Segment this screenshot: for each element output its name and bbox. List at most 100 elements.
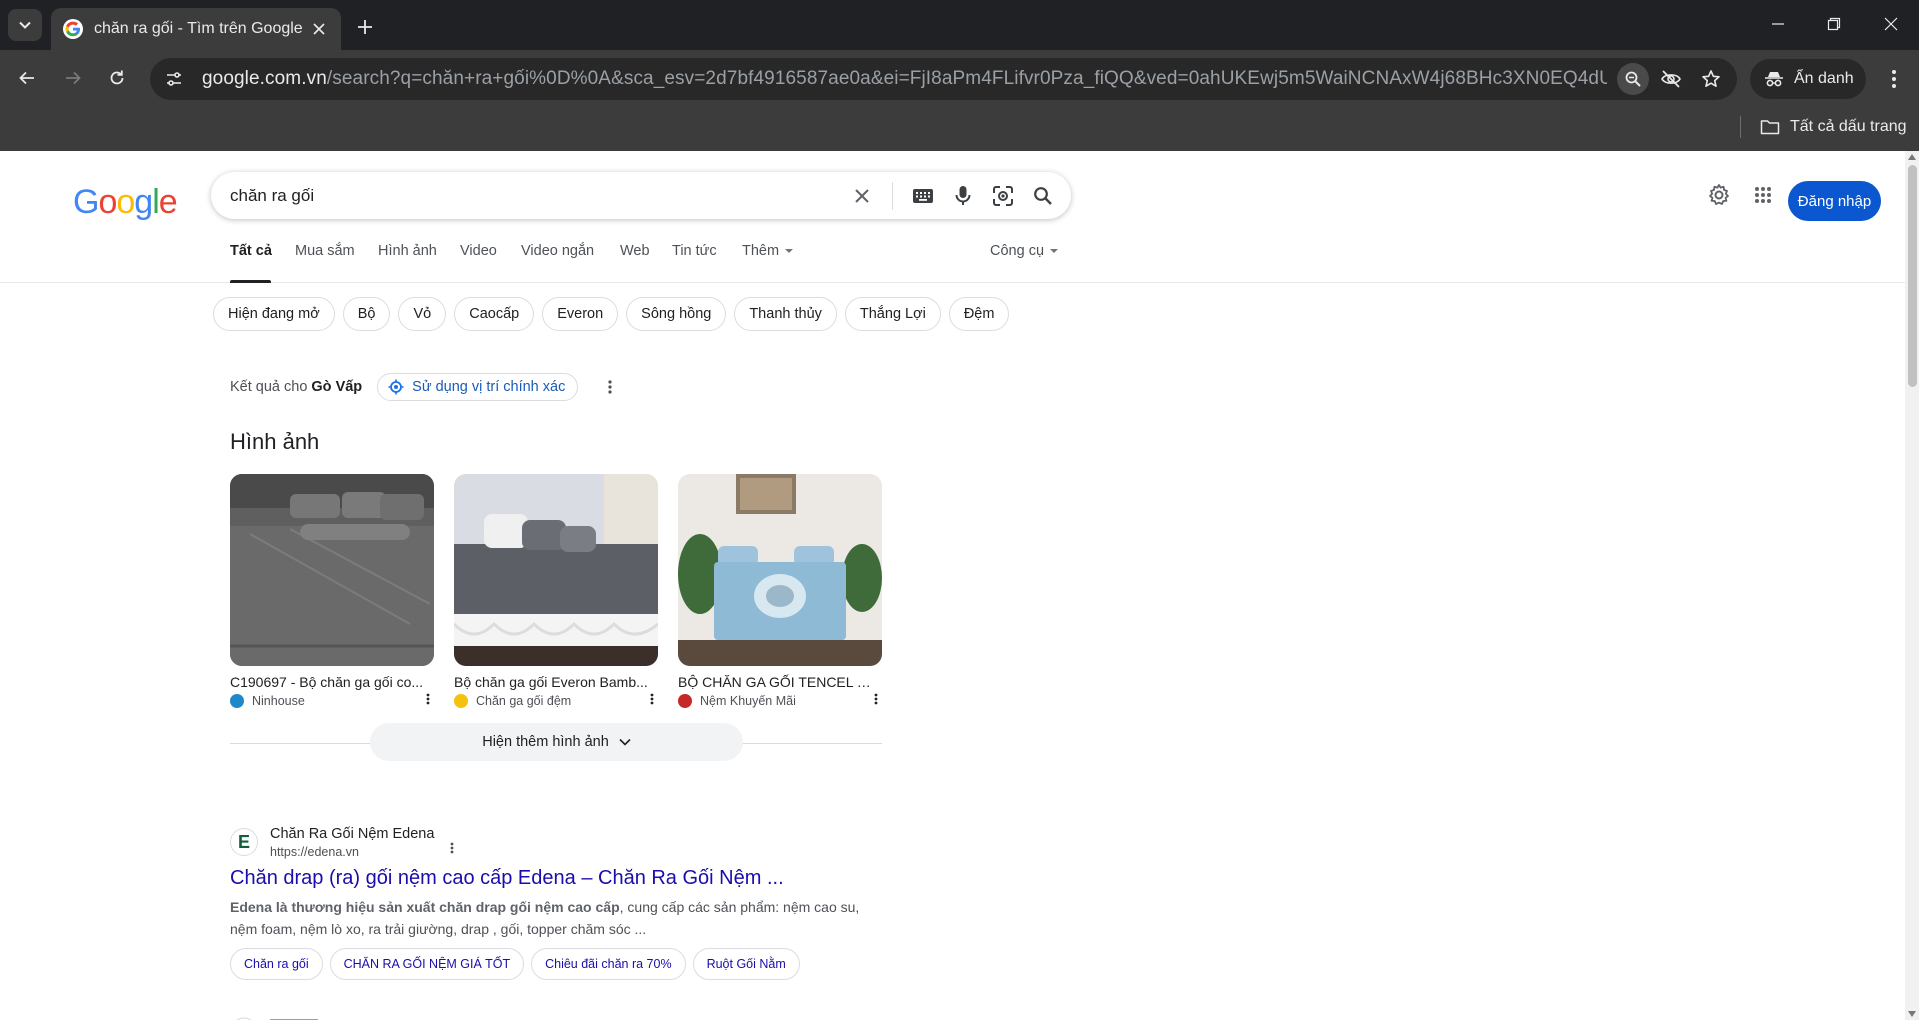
new-tab-button[interactable]	[351, 13, 379, 41]
active-tab-indicator	[230, 280, 271, 283]
chip-open-now[interactable]: Hiện đang mở	[213, 297, 335, 331]
tools-button[interactable]: Công cụ	[990, 243, 1059, 259]
image-thumbnail[interactable]	[454, 474, 658, 666]
reload-icon	[110, 70, 124, 85]
virtual-keyboard-button[interactable]	[903, 176, 943, 216]
browser-tab-active[interactable]: chăn ra gối - Tìm trên Google	[51, 8, 341, 50]
image-caption[interactable]: BỘ CHĂN GA GỐI TENCEL TH...	[678, 674, 878, 690]
sitelink[interactable]: CHĂN RA GỐI NỆM GIÁ TỐT	[329, 948, 525, 980]
image-source[interactable]: Chăn ga gối đệm	[454, 693, 658, 708]
image-source[interactable]: Ninhouse	[230, 693, 434, 708]
result-more-button[interactable]	[450, 841, 454, 859]
browser-menu-button[interactable]	[1876, 61, 1912, 97]
image-more-button[interactable]	[650, 693, 654, 708]
sitelink[interactable]: Ruột Gối Nằm	[692, 948, 800, 980]
minimize-button[interactable]	[1758, 8, 1798, 40]
tab-all[interactable]: Tất cả	[230, 243, 272, 259]
tab-list-button[interactable]	[8, 9, 42, 41]
tab-video[interactable]: Video	[460, 243, 497, 259]
tab-more[interactable]: Thêm	[742, 243, 794, 259]
chip-set[interactable]: Bộ	[342, 297, 391, 331]
image-caption[interactable]: C190697 - Bộ chăn ga gối co...	[230, 674, 430, 690]
scroll-down-icon[interactable]	[1908, 1011, 1916, 1017]
show-more-images-button[interactable]: Hiện thêm hình ảnh	[370, 723, 743, 761]
caret-down-icon	[785, 249, 794, 254]
sitelink[interactable]: Chiêu đãi chăn ra 70%	[531, 948, 686, 980]
image-source-name: Chăn ga gối đệm	[476, 694, 572, 708]
chip-everon[interactable]: Everon	[542, 297, 619, 331]
use-precise-location-button[interactable]: Sử dụng vị trí chính xác	[377, 373, 579, 401]
tab-more-label: Thêm	[742, 243, 780, 259]
image-result-card[interactable]: Bộ chăn ga gối Everon Bamb... Chăn ga gố…	[454, 474, 658, 708]
forward-button[interactable]	[55, 60, 91, 96]
search-submit-button[interactable]	[1023, 176, 1063, 216]
caret-down-icon	[1050, 249, 1059, 254]
page-scrollbar[interactable]	[1905, 151, 1919, 1020]
zoom-icon	[1625, 71, 1641, 87]
zoom-button[interactable]	[1617, 63, 1649, 95]
site-info-button[interactable]	[156, 61, 192, 97]
tab-close-button[interactable]	[309, 19, 329, 39]
reload-button[interactable]	[99, 60, 135, 96]
source-favicon-icon	[454, 694, 468, 708]
address-bar[interactable]: google.com.vn/search?q=chăn+ra+gối%0D%0A…	[150, 58, 1737, 100]
toolbar: google.com.vn/search?q=chăn+ra+gối%0D%0A…	[0, 50, 1919, 106]
restore-button[interactable]	[1814, 8, 1854, 40]
chip-cover[interactable]: Vỏ	[398, 297, 447, 331]
restore-icon	[1827, 17, 1841, 31]
tracking-protection-button[interactable]	[1653, 61, 1689, 97]
chip-mattress[interactable]: Đệm	[948, 297, 1010, 331]
search-input[interactable]: chăn ra gối	[230, 186, 842, 206]
settings-button[interactable]	[1701, 177, 1737, 213]
result-site-header[interactable]: E Chăn Ra Gối Nệm Edena https://edena.vn	[230, 825, 910, 859]
logo-letter: o	[116, 183, 135, 221]
tab-shopping[interactable]: Mua sắm	[295, 243, 355, 259]
apps-grid-icon	[1755, 187, 1771, 203]
chip-song-hong[interactable]: Sông hồng	[626, 297, 727, 331]
search-tabs: Tất cả Mua sắm Hình ảnh Video Video ngắn…	[0, 221, 1905, 283]
google-apps-button[interactable]	[1745, 177, 1781, 213]
tab-news[interactable]: Tin tức	[672, 243, 717, 259]
all-bookmarks-button[interactable]: Tất cả dấu trang	[1760, 114, 1907, 140]
tab-images[interactable]: Hình ảnh	[378, 243, 437, 259]
chip-premium[interactable]: Caocấp	[454, 297, 535, 331]
image-result-card[interactable]: BỘ CHĂN GA GỐI TENCEL TH... Nệm Khuyến M…	[678, 474, 882, 708]
bookmark-star-button[interactable]	[1693, 61, 1729, 97]
clear-search-button[interactable]	[842, 176, 882, 216]
url-text[interactable]: google.com.vn/search?q=chăn+ra+gối%0D%0A…	[202, 68, 1607, 90]
window-close-button[interactable]	[1871, 8, 1911, 40]
tab-web[interactable]: Web	[620, 243, 650, 259]
sitelink[interactable]: Chăn ra gối	[230, 948, 323, 980]
image-more-button[interactable]	[426, 693, 430, 708]
tab-short-video[interactable]: Video ngắn	[521, 243, 594, 259]
image-more-button[interactable]	[874, 693, 878, 708]
location-more-button[interactable]	[600, 373, 620, 401]
scroll-thumb[interactable]	[1908, 165, 1917, 387]
image-source[interactable]: Nệm Khuyến Mãi	[678, 693, 882, 708]
tab-strip: chăn ra gối - Tìm trên Google	[0, 0, 1919, 50]
scroll-up-icon[interactable]	[1908, 154, 1916, 160]
back-button[interactable]	[9, 60, 45, 96]
result-title-link[interactable]: Chăn drap (ra) gối nệm cao cấp Edena – C…	[230, 867, 910, 890]
source-favicon-icon	[230, 694, 244, 708]
chip-thanh-thuy[interactable]: Thanh thủy	[734, 297, 837, 331]
sign-in-button[interactable]: Đăng nhập	[1788, 181, 1881, 221]
image-caption[interactable]: Bộ chăn ga gối Everon Bamb...	[454, 674, 654, 690]
location-place: Gò Vấp	[311, 379, 363, 395]
use-precise-location-label: Sử dụng vị trí chính xác	[412, 379, 566, 395]
image-result-card[interactable]: C190697 - Bộ chăn ga gối co... Ninhouse	[230, 474, 434, 708]
image-search-button[interactable]	[983, 176, 1023, 216]
voice-search-button[interactable]	[943, 176, 983, 216]
arrow-right-icon	[66, 71, 81, 85]
image-thumbnail[interactable]	[678, 474, 882, 666]
chip-thang-loi[interactable]: Thắng Lợi	[844, 297, 941, 331]
gear-icon	[1709, 184, 1729, 205]
search-box[interactable]: chăn ra gối	[211, 172, 1071, 219]
image-thumbnail[interactable]	[230, 474, 434, 666]
incognito-badge[interactable]: Ẩn danh	[1750, 59, 1866, 99]
tune-icon	[167, 72, 181, 86]
location-row: Kết quả cho Gò Vấp Sử dụng vị trí chính …	[230, 373, 620, 401]
incognito-icon	[1765, 72, 1783, 87]
google-logo[interactable]: Google	[73, 183, 178, 222]
bookmarks-bar: Tất cả dấu trang	[0, 106, 1919, 151]
